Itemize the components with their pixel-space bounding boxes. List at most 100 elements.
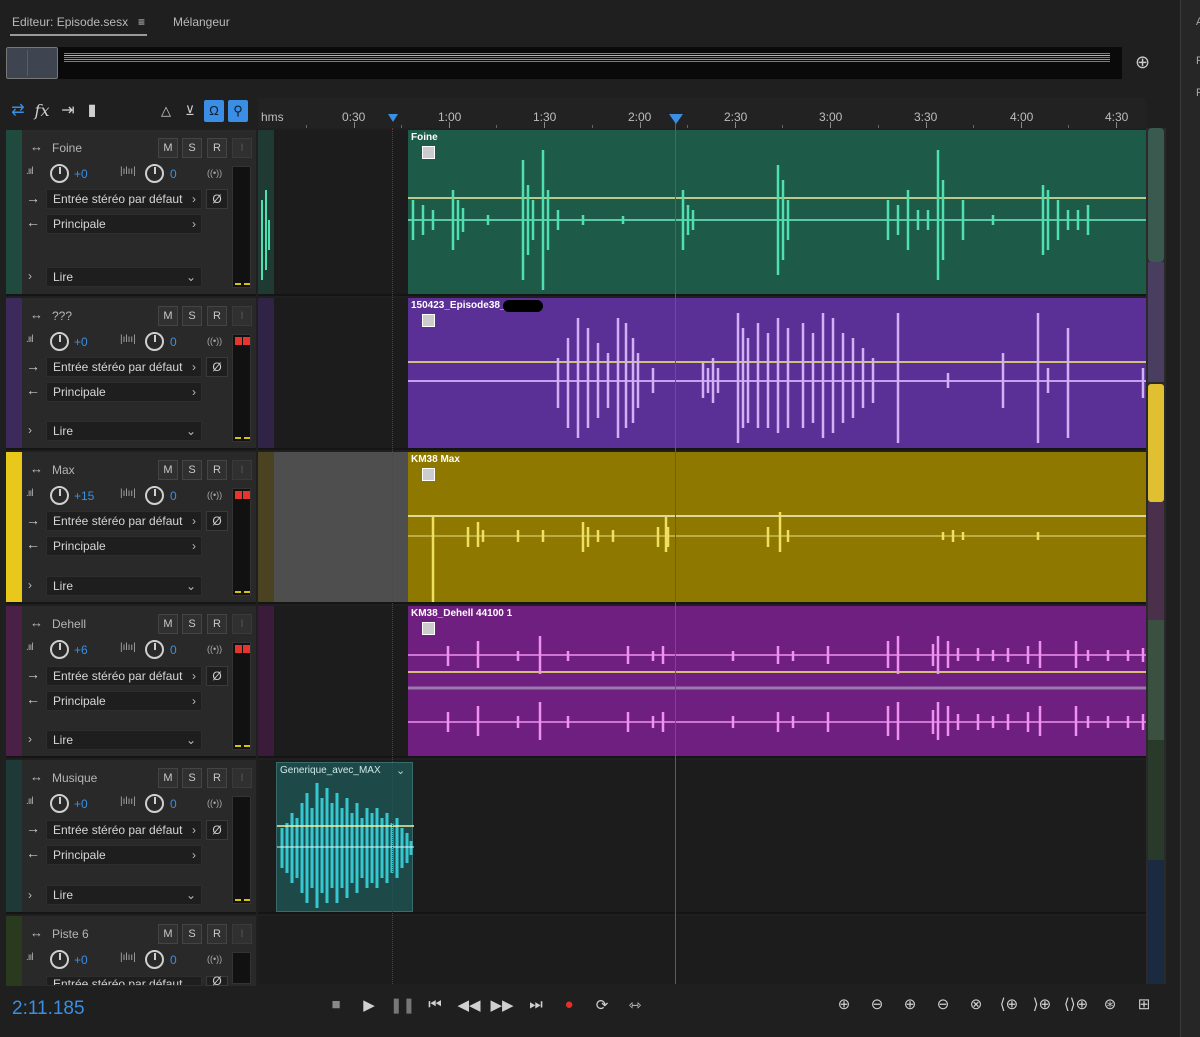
swap-arrows-icon[interactable]: ⇄ — [8, 100, 28, 122]
expand-icon[interactable]: › — [28, 732, 32, 746]
zoom-out-amplitude-icon[interactable]: ⊖ — [863, 995, 891, 1013]
mute-button[interactable]: M — [158, 306, 178, 326]
track-header-unnamed[interactable]: ↔ ??? M S R I .ııl +0 |ılıı| 0 ((•)) → E… — [6, 298, 256, 450]
playhead-marker[interactable] — [669, 114, 683, 124]
go-to-end-button[interactable]: ⏭ — [524, 996, 548, 1013]
record-arm-button[interactable]: R — [207, 138, 227, 158]
pan-knob[interactable] — [145, 640, 164, 659]
zoom-in-time-icon[interactable]: ⊕ — [896, 995, 924, 1013]
pan-knob[interactable] — [145, 950, 164, 969]
automation-mode-select[interactable]: Lire ⌄ — [46, 576, 202, 596]
expand-icon[interactable]: › — [28, 423, 32, 437]
record-arm-button[interactable]: R — [207, 306, 227, 326]
pan-value[interactable]: 0 — [170, 489, 177, 503]
phase-invert-button[interactable]: Ø — [206, 820, 228, 840]
fast-forward-button[interactable]: ▶▶ — [490, 996, 514, 1014]
pause-button[interactable]: ❚❚ — [390, 996, 415, 1014]
solo-button[interactable]: S — [182, 306, 202, 326]
mute-button[interactable]: M — [158, 614, 178, 634]
monitor-icon[interactable]: ((•)) — [207, 644, 222, 654]
track-name[interactable]: Max — [52, 463, 75, 477]
pan-knob[interactable] — [145, 486, 164, 505]
vertical-scrollbar[interactable] — [1146, 128, 1166, 984]
loop-button[interactable]: ⟳ — [590, 996, 614, 1014]
record-arm-button[interactable]: R — [207, 924, 227, 944]
track-drag-icon[interactable]: ↔ — [30, 769, 43, 784]
zoom-out-point-icon[interactable]: ⟩⊕ — [1028, 995, 1056, 1013]
tab-editor[interactable]: Editeur: Episode.sesx — [12, 15, 128, 29]
track-name[interactable]: Dehell — [52, 617, 86, 631]
volume-knob[interactable] — [50, 794, 69, 813]
audio-clip-km38-max[interactable]: KM38 Max — [408, 452, 1146, 602]
phase-invert-button[interactable]: Ø — [206, 666, 228, 686]
expand-icon[interactable]: › — [28, 269, 32, 283]
eq-bars-icon[interactable]: ▮ — [82, 100, 102, 122]
solo-button[interactable]: S — [182, 924, 202, 944]
monitor-icon[interactable]: ((•)) — [207, 954, 222, 964]
volume-value[interactable]: +0 — [74, 797, 88, 811]
record-arm-button[interactable]: R — [207, 460, 227, 480]
record-arm-button[interactable]: R — [207, 768, 227, 788]
solo-button[interactable]: S — [182, 460, 202, 480]
automation-mode-select[interactable]: Lire ⌄ — [46, 267, 202, 287]
output-select[interactable]: Principale › — [46, 845, 202, 865]
automation-mode-select[interactable]: Lire ⌄ — [46, 885, 202, 905]
audio-clip-episode38[interactable]: 150423_Episode38_ — [408, 298, 1146, 448]
skip-selection-button[interactable]: ⇿ — [623, 996, 647, 1014]
track-header-dehell[interactable]: ↔ Dehell M S R I .ııl +6 |ılıı| 0 ((•)) … — [6, 606, 256, 758]
output-select[interactable]: Principale › — [46, 691, 202, 711]
track-drag-icon[interactable]: ↔ — [30, 615, 43, 630]
input-select[interactable]: Entrée stéréo par défaut › — [46, 357, 202, 377]
pan-knob[interactable] — [145, 332, 164, 351]
phase-invert-button[interactable]: Ø — [206, 189, 228, 209]
input-monitor-button[interactable]: I — [232, 460, 252, 480]
metronome-icon[interactable]: △ — [156, 100, 176, 122]
input-select[interactable]: Entrée stéréo par défaut › — [46, 820, 202, 840]
zoom-navigator-icon[interactable]: ⊕ — [1135, 52, 1150, 73]
pan-value[interactable]: 0 — [170, 953, 177, 967]
audio-clip-foine[interactable]: Foine — [408, 130, 1146, 294]
track-name[interactable]: Piste 6 — [52, 927, 89, 941]
side-panel-tab[interactable]: A — [1196, 16, 1200, 28]
track-name[interactable]: Foine — [52, 141, 82, 155]
track-drag-icon[interactable]: ↔ — [30, 139, 43, 154]
automation-mode-select[interactable]: Lire ⌄ — [46, 730, 202, 750]
session-overview[interactable] — [6, 47, 1122, 79]
input-monitor-button[interactable]: I — [232, 306, 252, 326]
phase-invert-button[interactable]: Ø — [206, 511, 228, 531]
expand-icon[interactable]: › — [28, 578, 32, 592]
side-panel-tab[interactable]: P — [1196, 87, 1200, 99]
side-panel-tab[interactable]: P — [1196, 55, 1200, 67]
phase-invert-button[interactable]: Ø — [206, 975, 228, 987]
zoom-out-time-icon[interactable]: ⊖ — [929, 995, 957, 1013]
in-point-marker[interactable] — [388, 114, 398, 122]
input-select[interactable]: Entrée stéréo par défaut — [46, 976, 202, 986]
mute-button[interactable]: M — [158, 138, 178, 158]
pan-knob[interactable] — [145, 164, 164, 183]
track-header-max[interactable]: ↔ Max M S R I .ııl +15 |ılıı| 0 ((•)) → … — [6, 452, 256, 604]
play-button[interactable]: ▶ — [357, 996, 381, 1014]
volume-knob[interactable] — [50, 164, 69, 183]
track-header-piste6[interactable]: ↔ Piste 6 M S R I .ııl +0 |ılıı| 0 ((•))… — [6, 916, 256, 987]
track-name[interactable]: Musique — [52, 771, 97, 785]
overview-viewport-handle[interactable] — [6, 47, 58, 79]
volume-knob[interactable] — [50, 640, 69, 659]
pan-value[interactable]: 0 — [170, 643, 177, 657]
output-select[interactable]: Principale › — [46, 214, 202, 234]
mute-button[interactable]: M — [158, 460, 178, 480]
tab-mixer[interactable]: Mélangeur — [173, 15, 230, 29]
mute-button[interactable]: M — [158, 924, 178, 944]
volume-knob[interactable] — [50, 332, 69, 351]
expand-icon[interactable]: › — [28, 888, 32, 902]
pan-value[interactable]: 0 — [170, 335, 177, 349]
volume-value[interactable]: +6 — [74, 643, 88, 657]
record-arm-button[interactable]: R — [207, 614, 227, 634]
current-time-display[interactable]: 2:11.185 — [12, 998, 85, 1020]
monitor-icon[interactable]: ((•)) — [207, 490, 222, 500]
stop-button[interactable]: ■ — [324, 996, 348, 1013]
record-button[interactable]: ● — [557, 996, 581, 1013]
selected-range[interactable] — [274, 452, 408, 602]
rewind-button[interactable]: ◀◀ — [457, 996, 481, 1014]
track-header-musique[interactable]: ↔ Musique M S R I .ııl +0 |ılıı| 0 ((•))… — [6, 760, 256, 914]
input-monitor-button[interactable]: I — [232, 924, 252, 944]
